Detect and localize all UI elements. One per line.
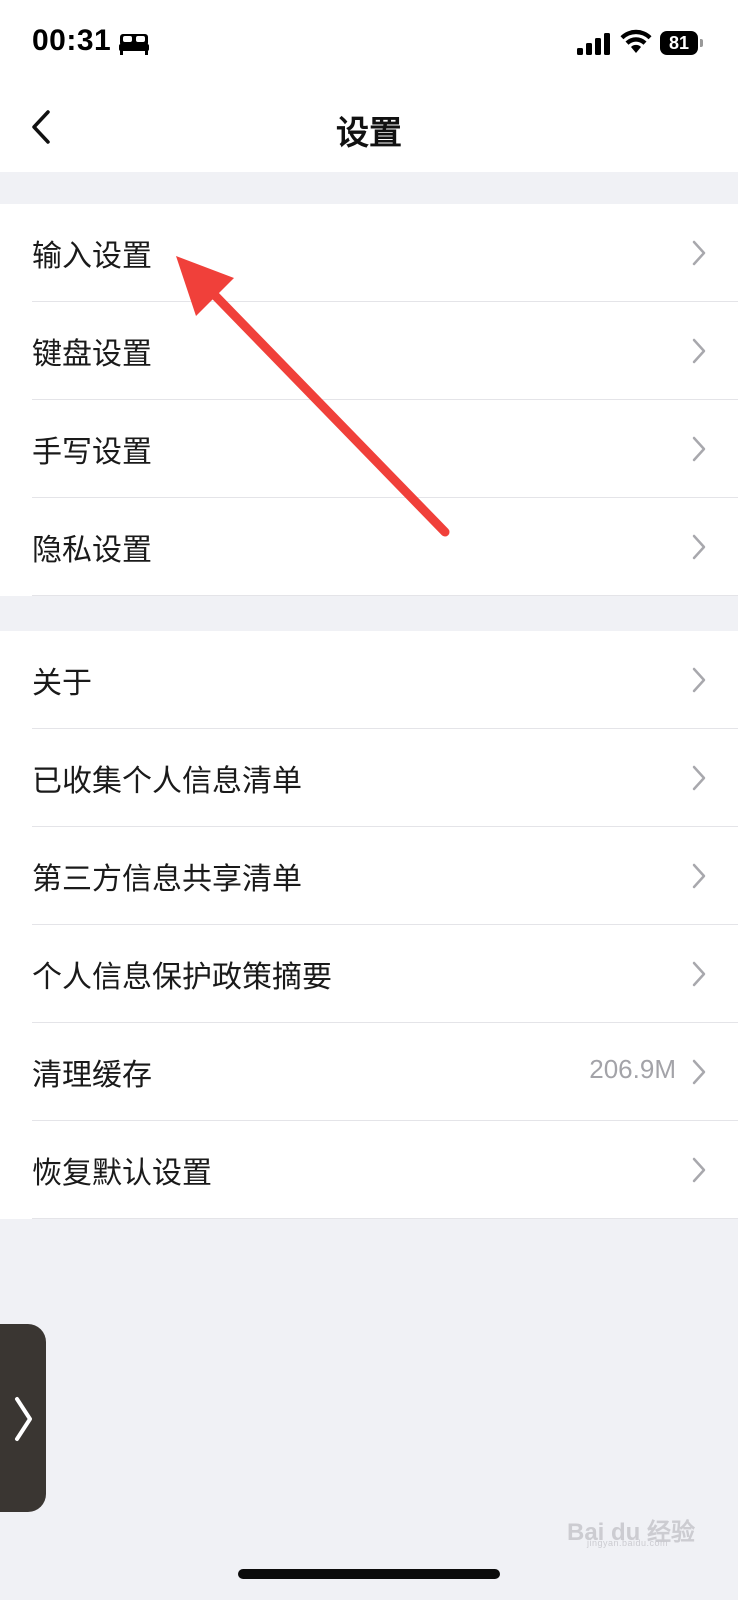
chevron-right-icon <box>692 863 706 889</box>
row-label: 关于 <box>32 666 92 701</box>
page-title: 设置 <box>336 113 402 152</box>
watermark-sub: jingyan.baidu.com <box>587 1538 669 1548</box>
baidu-watermark: Bai du 经验 jingyan.baidu.com <box>567 1504 697 1552</box>
row-label: 键盘设置 <box>32 337 152 372</box>
chevron-right-icon <box>15 1397 32 1441</box>
row-input-settings[interactable]: 输入设置 <box>0 204 738 302</box>
bed-icon <box>119 34 149 55</box>
side-expand-handle[interactable] <box>0 1324 46 1512</box>
row-label: 隐私设置 <box>32 533 152 568</box>
home-indicator[interactable] <box>238 1569 500 1579</box>
divider <box>32 1218 738 1219</box>
wifi-icon <box>620 29 652 53</box>
row-label: 手写设置 <box>32 435 152 470</box>
status-bar: 00:31 81 <box>0 0 738 90</box>
row-label: 输入设置 <box>32 239 152 274</box>
navigation-bar: 设置 <box>0 90 738 172</box>
row-clear-cache[interactable]: 清理缓存 206.9M <box>0 1023 738 1121</box>
chevron-right-icon <box>692 338 706 364</box>
row-privacy-settings[interactable]: 隐私设置 <box>0 498 738 596</box>
divider <box>32 595 738 596</box>
chevron-right-icon <box>692 1059 706 1085</box>
chevron-right-icon <box>692 240 706 266</box>
row-keyboard-settings[interactable]: 键盘设置 <box>0 302 738 400</box>
row-label: 清理缓存 <box>32 1058 152 1093</box>
cache-size-value: 206.9M <box>589 1054 676 1084</box>
header-area: 00:31 81 设置 <box>0 0 738 172</box>
chevron-right-icon <box>692 436 706 462</box>
row-label: 第三方信息共享清单 <box>32 862 302 897</box>
battery-level: 81 <box>660 31 698 55</box>
row-about[interactable]: 关于 <box>0 631 738 729</box>
battery-tip <box>700 39 703 47</box>
chevron-right-icon <box>692 765 706 791</box>
row-restore-defaults[interactable]: 恢复默认设置 <box>0 1121 738 1219</box>
row-label: 个人信息保护政策摘要 <box>32 960 332 995</box>
row-label: 恢复默认设置 <box>32 1156 212 1191</box>
signal-icon <box>577 33 610 55</box>
chevron-right-icon <box>692 667 706 693</box>
status-time: 00:31 <box>32 24 112 57</box>
chevron-right-icon <box>692 1157 706 1183</box>
battery-icon: 81 <box>660 31 704 55</box>
chevron-right-icon <box>692 534 706 560</box>
settings-group-primary: 输入设置 键盘设置 手写设置 隐私设置 <box>0 204 738 596</box>
row-privacy-policy-summary[interactable]: 个人信息保护政策摘要 <box>0 925 738 1023</box>
row-label: 已收集个人信息清单 <box>32 764 302 799</box>
settings-group-secondary: 关于 已收集个人信息清单 第三方信息共享清单 个人信息保护政策摘要 清理缓存 2… <box>0 631 738 1219</box>
row-handwriting-settings[interactable]: 手写设置 <box>0 400 738 498</box>
chevron-right-icon <box>692 961 706 987</box>
row-collected-info-list[interactable]: 已收集个人信息清单 <box>0 729 738 827</box>
row-third-party-sharing-list[interactable]: 第三方信息共享清单 <box>0 827 738 925</box>
settings-screen: 00:31 81 设置 输入设置 键盘设置 手写设置 隐私设置 关于 已收集个人… <box>0 0 738 1600</box>
